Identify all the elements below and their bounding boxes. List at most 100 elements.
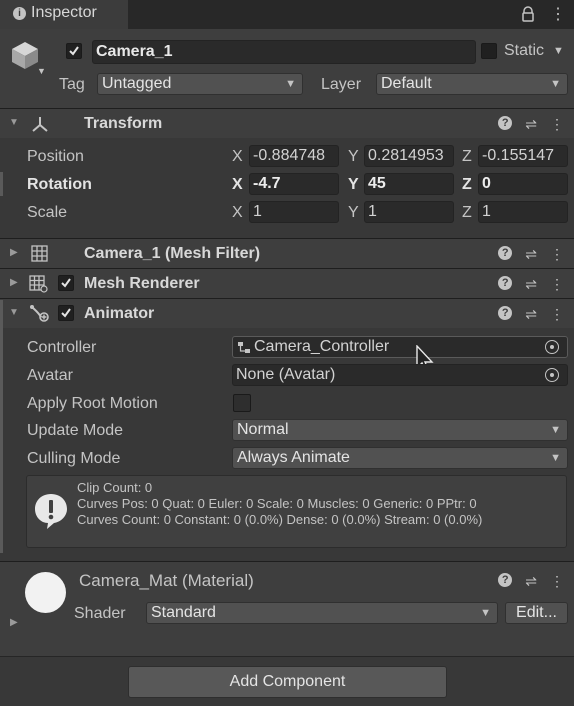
apply-root-motion-label: Apply Root Motion xyxy=(27,395,158,412)
component-menu-icon[interactable]: ⋮ xyxy=(550,573,564,590)
rotation-x-field[interactable]: -4.7 xyxy=(249,173,339,195)
help-icon[interactable]: ? xyxy=(498,573,513,587)
material-foldout-arrow[interactable]: ▶ xyxy=(10,617,18,628)
scale-y-field[interactable]: 1 xyxy=(364,201,454,223)
component-menu-icon[interactable]: ⋮ xyxy=(550,246,564,263)
window-menu-icon[interactable]: ⋮ xyxy=(550,4,566,24)
animator-selection-indicator xyxy=(0,300,3,553)
tag-dropdown[interactable]: Untagged ▼ xyxy=(97,73,303,95)
rotation-label: Rotation xyxy=(27,176,92,193)
help-icon[interactable]: ? xyxy=(498,116,513,130)
info-clip-count: Clip Count: 0 xyxy=(77,480,153,495)
mesh-renderer-header[interactable]: ▶ Mesh Renderer ? ⇌ ⋮ xyxy=(0,268,574,298)
component-menu-icon[interactable]: ⋮ xyxy=(550,276,564,293)
material-preview[interactable] xyxy=(25,572,66,613)
warning-icon xyxy=(35,494,67,529)
mesh-filter-title: Camera_1 (Mesh Filter) xyxy=(84,245,261,262)
component-menu-icon[interactable]: ⋮ xyxy=(550,306,564,323)
position-x-field[interactable]: -0.884748 xyxy=(249,145,339,167)
animator-controller-icon xyxy=(238,342,250,353)
avatar-value: None (Avatar) xyxy=(236,366,336,383)
presets-icon[interactable]: ⇌ xyxy=(525,573,537,590)
active-checkbox[interactable] xyxy=(66,43,82,59)
position-z-field[interactable]: -0.155147 xyxy=(478,145,568,167)
scale-x-field[interactable]: 1 xyxy=(249,201,339,223)
position-label: Position xyxy=(27,148,84,165)
component-menu-icon[interactable]: ⋮ xyxy=(550,116,564,133)
transform-title: Transform xyxy=(84,115,163,132)
info-curves-count: Curves Count: 0 Constant: 0 (0.0%) Dense… xyxy=(77,512,483,527)
layer-dropdown[interactable]: Default ▼ xyxy=(376,73,568,95)
help-icon[interactable]: ? xyxy=(498,276,513,290)
info-curves-pos: Curves Pos: 0 Quat: 0 Euler: 0 Scale: 0 … xyxy=(77,496,477,511)
static-dropdown-arrow[interactable]: ▼ xyxy=(553,45,564,57)
rotation-y-field[interactable]: 45 xyxy=(364,173,454,195)
help-icon[interactable]: ? xyxy=(498,246,513,260)
object-picker-icon[interactable] xyxy=(545,368,559,382)
object-name-field[interactable]: Camera_1 xyxy=(92,40,476,64)
mesh-filter-header[interactable]: ▶ Camera_1 (Mesh Filter) ? ⇌ ⋮ xyxy=(0,238,574,268)
edit-shader-button[interactable]: Edit... xyxy=(505,602,568,624)
animator-foldout-arrow[interactable]: ▼ xyxy=(9,307,19,318)
inspector-tab-title: Inspector xyxy=(31,4,97,21)
scale-x-axis[interactable]: X xyxy=(232,204,243,222)
shader-label: Shader xyxy=(74,605,126,622)
presets-icon[interactable]: ⇌ xyxy=(525,306,537,323)
scale-z-field[interactable]: 1 xyxy=(478,201,568,223)
mesh-grid-icon xyxy=(31,245,48,262)
footer-divider xyxy=(0,656,574,657)
culling-mode-dropdown[interactable]: Always Animate ▼ xyxy=(232,447,568,469)
rotation-row-indicator xyxy=(0,172,3,196)
add-component-button[interactable]: Add Component xyxy=(128,666,447,698)
material-title: Camera_Mat (Material) xyxy=(79,571,254,590)
static-label: Static xyxy=(504,42,545,59)
mesh-renderer-foldout-arrow[interactable]: ▶ xyxy=(10,277,18,288)
inspector-tab[interactable]: i Inspector xyxy=(0,0,128,29)
info-icon: i xyxy=(13,7,26,20)
rotation-y-axis[interactable]: Y xyxy=(348,176,359,194)
gameobject-cube-icon[interactable] xyxy=(10,40,40,70)
layer-label: Layer xyxy=(321,76,362,93)
presets-icon[interactable]: ⇌ xyxy=(525,246,537,263)
transform-header[interactable]: ▼ Transform ? ⇌ ⋮ xyxy=(0,108,574,138)
update-mode-label: Update Mode xyxy=(27,422,124,439)
animator-icon xyxy=(30,305,49,322)
mesh-renderer-icon xyxy=(29,275,48,293)
position-y-field[interactable]: 0.2814953 xyxy=(364,145,454,167)
rotation-z-field[interactable]: 0 xyxy=(478,173,568,195)
position-y-axis[interactable]: Y xyxy=(348,148,359,166)
position-x-axis[interactable]: X xyxy=(232,148,243,166)
transform-foldout-arrow[interactable]: ▼ xyxy=(9,117,19,128)
rotation-x-axis[interactable]: X xyxy=(232,176,243,194)
culling-mode-label: Culling Mode xyxy=(27,450,121,467)
animator-enabled-checkbox[interactable] xyxy=(58,305,74,321)
lock-icon[interactable] xyxy=(521,6,535,22)
update-mode-dropdown[interactable]: Normal ▼ xyxy=(232,419,568,441)
object-picker-icon[interactable] xyxy=(545,340,559,354)
animator-info-box: Clip Count: 0 Curves Pos: 0 Quat: 0 Eule… xyxy=(26,475,567,548)
position-z-axis[interactable]: Z xyxy=(462,148,472,166)
mesh-renderer-enabled-checkbox[interactable] xyxy=(58,275,74,291)
shader-dropdown[interactable]: Standard ▼ xyxy=(146,602,498,624)
transform-icon xyxy=(32,117,48,132)
presets-icon[interactable]: ⇌ xyxy=(525,116,537,133)
rotation-z-axis[interactable]: Z xyxy=(462,176,472,194)
controller-field[interactable]: Camera_Controller xyxy=(232,336,568,358)
scale-label: Scale xyxy=(27,204,68,221)
static-checkbox[interactable] xyxy=(481,43,497,59)
animator-header[interactable]: ▼ Animator ? ⇌ ⋮ xyxy=(0,298,574,328)
scale-y-axis[interactable]: Y xyxy=(348,204,359,222)
help-icon[interactable]: ? xyxy=(498,306,513,320)
presets-icon[interactable]: ⇌ xyxy=(525,276,537,293)
avatar-label: Avatar xyxy=(27,367,73,384)
controller-label: Controller xyxy=(27,339,97,356)
icon-dropdown-arrow[interactable]: ▼ xyxy=(37,66,46,76)
tag-label: Tag xyxy=(59,76,85,93)
avatar-field[interactable]: None (Avatar) xyxy=(232,364,568,386)
apply-root-motion-checkbox[interactable] xyxy=(233,394,251,412)
mesh-filter-foldout-arrow[interactable]: ▶ xyxy=(10,247,18,258)
scale-z-axis[interactable]: Z xyxy=(462,204,472,222)
controller-value: Camera_Controller xyxy=(254,338,390,355)
mesh-renderer-title: Mesh Renderer xyxy=(84,275,200,292)
animator-title: Animator xyxy=(84,305,155,322)
